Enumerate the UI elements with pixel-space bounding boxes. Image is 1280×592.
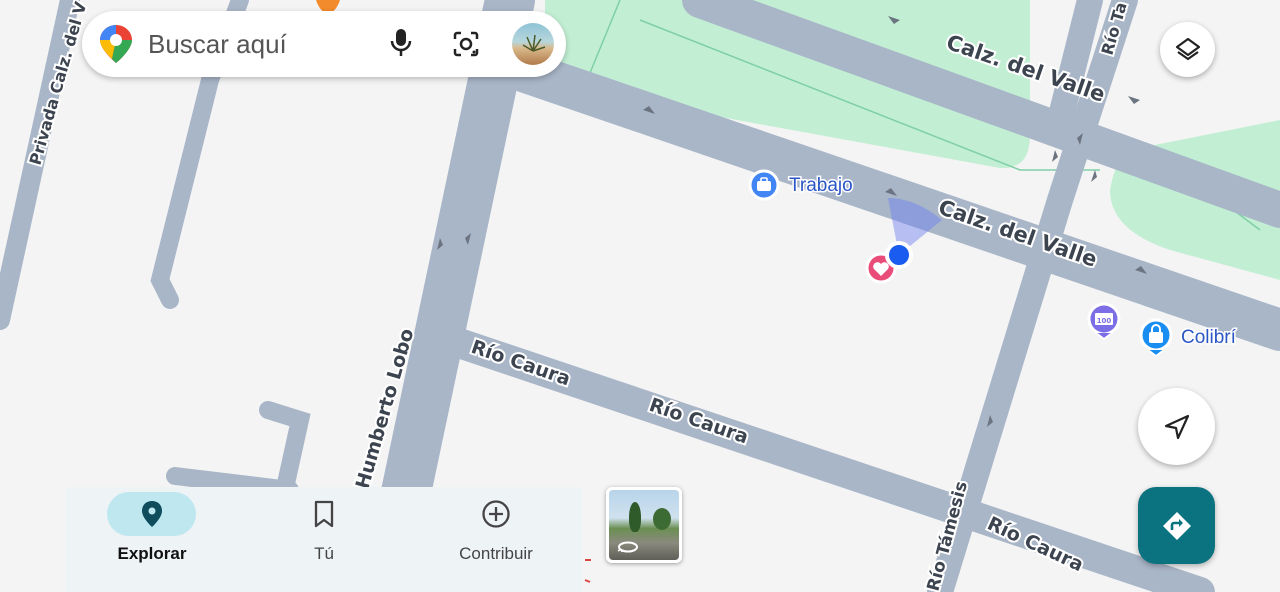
avatar[interactable] <box>512 23 554 65</box>
360-rotate-icon <box>617 541 638 553</box>
nav-active-indicator <box>107 492 196 536</box>
nav-label: Tú <box>314 544 334 563</box>
street-view-thumbnail[interactable] <box>606 487 682 563</box>
layers-icon <box>1175 37 1200 60</box>
nav-label: Explorar <box>117 544 187 563</box>
my-location-button[interactable] <box>1138 388 1215 465</box>
nav-tu[interactable]: Tú <box>238 487 410 592</box>
nav-label: Contribuir <box>459 544 533 563</box>
poi-label[interactable]: Trabajo <box>788 174 855 198</box>
poi-label[interactable]: Colibrí <box>1180 326 1239 350</box>
search-input[interactable]: Buscar aquí <box>148 29 287 60</box>
nav-icon-container <box>451 492 540 536</box>
nav-explorar[interactable]: Explorar <box>66 487 238 592</box>
layers-button[interactable] <box>1160 22 1215 77</box>
directions-icon <box>1162 511 1191 540</box>
poi-atm[interactable]: 100 <box>1087 302 1121 341</box>
svg-text:100: 100 <box>1097 317 1112 325</box>
directions-button[interactable] <box>1138 487 1215 564</box>
bookmark-icon <box>314 500 333 528</box>
lens-icon[interactable] <box>451 29 481 59</box>
maps-pin-icon <box>100 25 132 63</box>
navigation-arrow-icon <box>1164 414 1189 439</box>
poi-trabajo[interactable] <box>748 169 780 201</box>
bottom-navigation: Explorar Tú Contribuir <box>66 487 582 592</box>
current-location-dot <box>885 241 913 269</box>
poi-colibri[interactable] <box>1139 318 1173 358</box>
mic-icon[interactable] <box>387 27 415 59</box>
add-circle-icon <box>481 500 510 528</box>
explore-pin-icon <box>141 501 162 527</box>
nav-icon-container <box>279 492 368 536</box>
nav-contribuir[interactable]: Contribuir <box>410 487 582 592</box>
search-bar[interactable]: Buscar aquí <box>82 11 566 77</box>
street-view-image <box>609 490 679 560</box>
